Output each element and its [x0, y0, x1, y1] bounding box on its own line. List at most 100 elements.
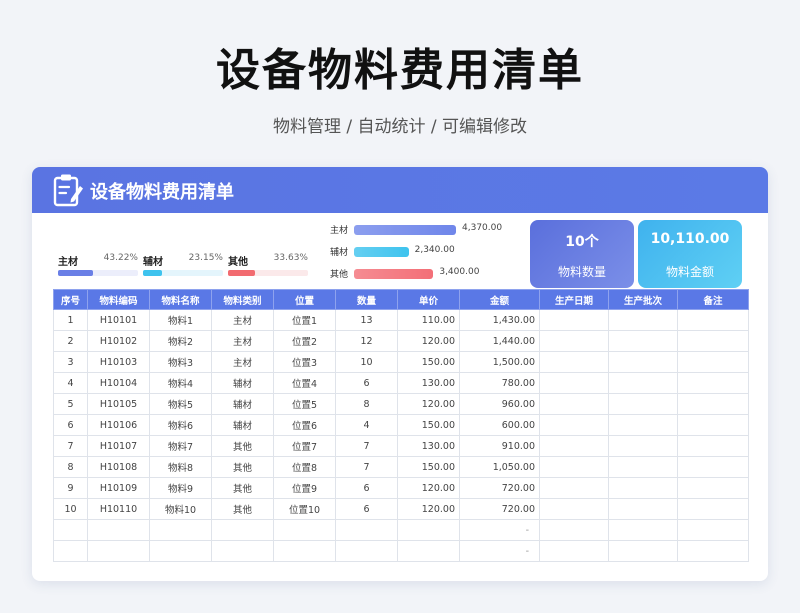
table-cell[interactable] [539, 540, 609, 562]
table-cell[interactable] [149, 540, 212, 562]
table-cell[interactable]: H10108 [87, 456, 150, 478]
table-cell[interactable] [677, 309, 749, 331]
table-cell[interactable]: 8 [335, 393, 398, 415]
table-cell[interactable] [677, 330, 749, 352]
table-cell[interactable] [539, 456, 609, 478]
table-cell[interactable] [273, 540, 336, 562]
table-cell[interactable]: 主材 [211, 309, 274, 331]
table-cell[interactable]: 910.00 [459, 435, 540, 457]
table-cell[interactable]: 位置6 [273, 414, 336, 436]
table-cell[interactable] [335, 540, 398, 562]
table-cell[interactable] [53, 540, 88, 562]
table-cell[interactable]: 960.00 [459, 393, 540, 415]
table-cell[interactable]: 3 [53, 351, 88, 373]
table-cell[interactable]: 5 [53, 393, 88, 415]
table-cell[interactable]: H10107 [87, 435, 150, 457]
table-cell[interactable]: H10104 [87, 372, 150, 394]
table-cell[interactable]: 位置3 [273, 351, 336, 373]
table-cell[interactable] [539, 414, 609, 436]
table-cell[interactable]: 辅材 [211, 414, 274, 436]
table-cell[interactable] [608, 351, 678, 373]
table-cell[interactable]: 其他 [211, 435, 274, 457]
table-cell[interactable]: 其他 [211, 456, 274, 478]
table-cell[interactable]: 物料5 [149, 393, 212, 415]
table-cell[interactable] [539, 351, 609, 373]
table-cell[interactable] [608, 498, 678, 520]
table-cell[interactable] [539, 372, 609, 394]
table-cell[interactable] [608, 330, 678, 352]
table-cell[interactable]: 10 [335, 351, 398, 373]
table-cell[interactable]: 6 [335, 498, 398, 520]
table-cell[interactable]: 物料7 [149, 435, 212, 457]
table-cell[interactable]: 13 [335, 309, 398, 331]
table-cell[interactable]: 辅材 [211, 393, 274, 415]
table-cell[interactable] [608, 540, 678, 562]
table-cell[interactable]: H10101 [87, 309, 150, 331]
table-cell[interactable]: 物料9 [149, 477, 212, 499]
table-cell[interactable]: 7 [53, 435, 88, 457]
table-cell[interactable] [149, 519, 212, 541]
table-cell[interactable] [397, 540, 460, 562]
table-cell[interactable]: 130.00 [397, 435, 460, 457]
table-cell[interactable]: H10103 [87, 351, 150, 373]
table-cell[interactable] [608, 393, 678, 415]
table-cell[interactable]: 120.00 [397, 477, 460, 499]
table-cell[interactable]: 物料4 [149, 372, 212, 394]
table-cell[interactable] [608, 477, 678, 499]
table-cell[interactable] [677, 519, 749, 541]
table-cell[interactable]: 12 [335, 330, 398, 352]
table-cell[interactable] [608, 456, 678, 478]
table-cell[interactable]: 9 [53, 477, 88, 499]
table-cell[interactable]: 主材 [211, 351, 274, 373]
table-cell[interactable]: 6 [53, 414, 88, 436]
table-cell[interactable]: 位置4 [273, 372, 336, 394]
table-cell[interactable]: 物料10 [149, 498, 212, 520]
table-cell[interactable]: 130.00 [397, 372, 460, 394]
table-cell[interactable]: 物料8 [149, 456, 212, 478]
table-cell[interactable] [539, 519, 609, 541]
table-cell[interactable]: 位置7 [273, 435, 336, 457]
table-cell[interactable]: H10102 [87, 330, 150, 352]
table-cell[interactable]: 1,440.00 [459, 330, 540, 352]
table-cell[interactable] [539, 435, 609, 457]
table-cell[interactable] [539, 477, 609, 499]
table-cell[interactable] [677, 435, 749, 457]
table-cell[interactable]: H10106 [87, 414, 150, 436]
table-cell[interactable]: 10 [53, 498, 88, 520]
table-cell[interactable]: 150.00 [397, 351, 460, 373]
table-cell[interactable]: 物料6 [149, 414, 212, 436]
table-cell[interactable]: 110.00 [397, 309, 460, 331]
table-cell[interactable] [87, 519, 150, 541]
table-cell[interactable]: 主材 [211, 330, 274, 352]
table-cell[interactable]: 6 [335, 477, 398, 499]
table-cell[interactable] [87, 540, 150, 562]
table-cell[interactable] [608, 372, 678, 394]
table-cell[interactable] [608, 414, 678, 436]
table-cell[interactable]: 物料1 [149, 309, 212, 331]
table-cell[interactable]: 4 [335, 414, 398, 436]
table-cell[interactable]: 600.00 [459, 414, 540, 436]
table-cell[interactable] [53, 519, 88, 541]
table-cell[interactable]: 150.00 [397, 414, 460, 436]
table-cell[interactable]: 位置5 [273, 393, 336, 415]
table-cell[interactable] [677, 414, 749, 436]
table-cell[interactable]: 8 [53, 456, 88, 478]
table-cell[interactable] [677, 393, 749, 415]
table-cell[interactable]: 其他 [211, 477, 274, 499]
table-cell[interactable]: H10110 [87, 498, 150, 520]
table-cell[interactable]: 1,430.00 [459, 309, 540, 331]
table-cell[interactable]: H10105 [87, 393, 150, 415]
table-cell[interactable]: 位置2 [273, 330, 336, 352]
table-cell[interactable]: 120.00 [397, 393, 460, 415]
table-cell[interactable] [539, 309, 609, 331]
table-cell[interactable]: 1 [53, 309, 88, 331]
table-cell[interactable] [608, 435, 678, 457]
table-cell[interactable]: 位置8 [273, 456, 336, 478]
table-cell[interactable]: 辅材 [211, 372, 274, 394]
table-cell[interactable] [608, 309, 678, 331]
table-cell[interactable]: 物料3 [149, 351, 212, 373]
table-cell[interactable] [539, 330, 609, 352]
table-cell[interactable]: 物料2 [149, 330, 212, 352]
table-cell[interactable]: 120.00 [397, 330, 460, 352]
table-cell[interactable]: 1,500.00 [459, 351, 540, 373]
